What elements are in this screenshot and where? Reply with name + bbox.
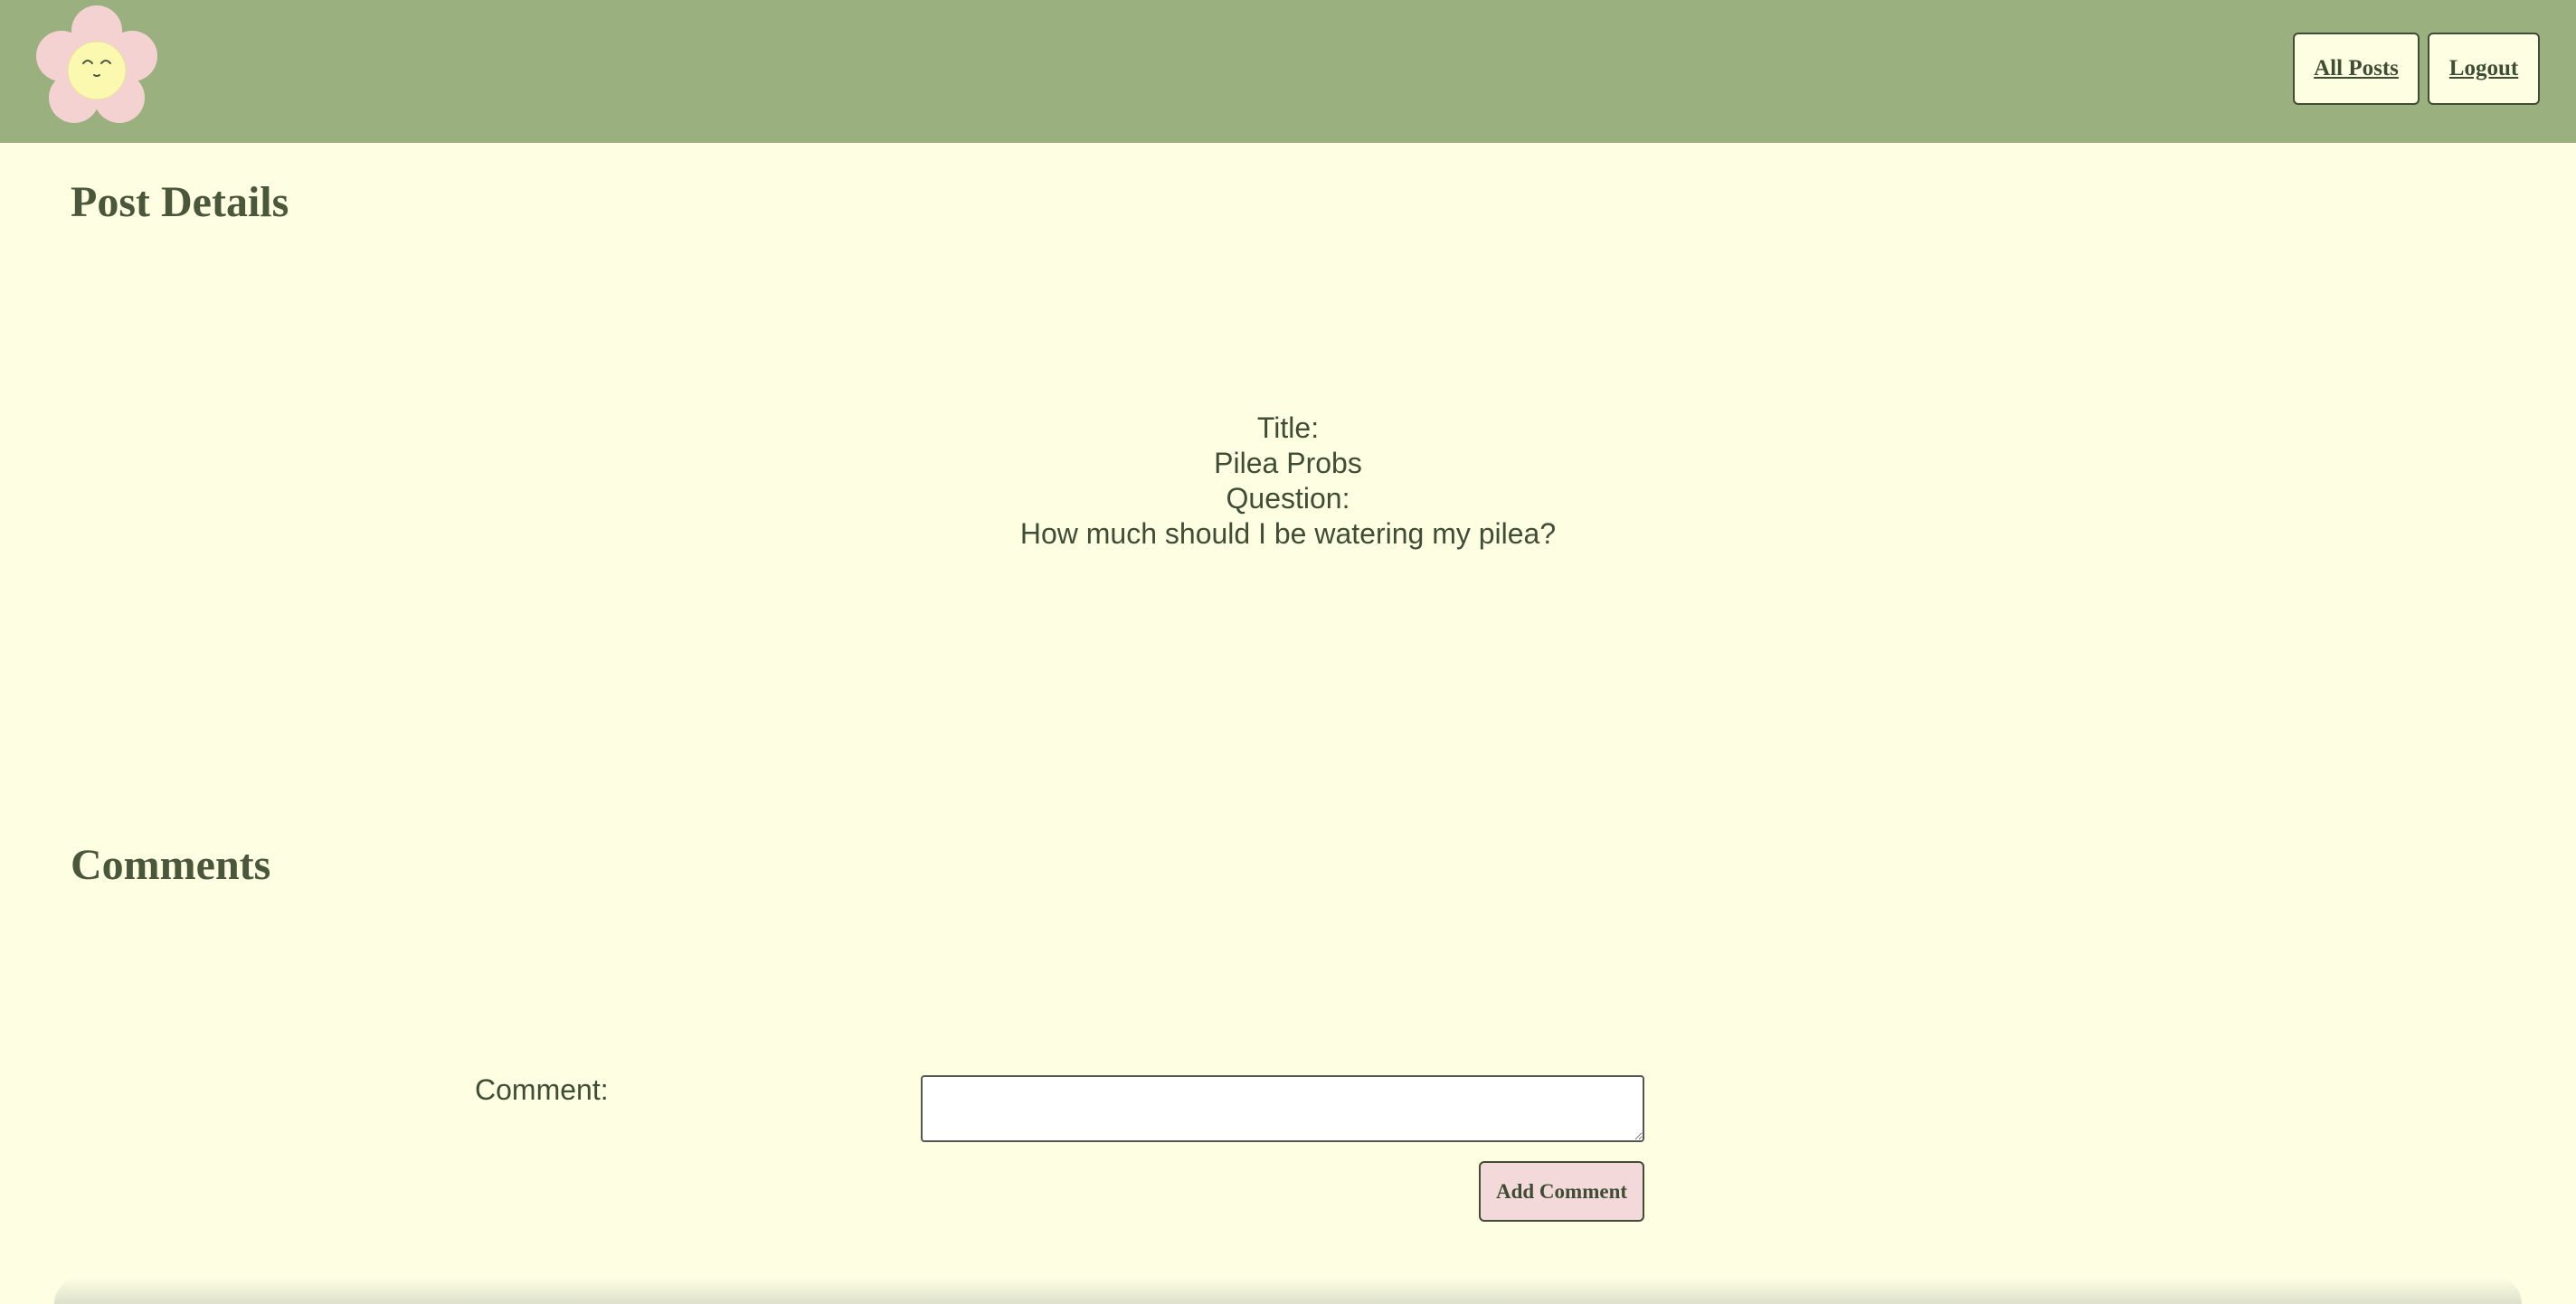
title-value: Pilea Probs: [1214, 447, 1362, 479]
post-details-heading: Post Details: [71, 178, 289, 226]
logout-button[interactable]: Logout: [2428, 33, 2540, 105]
comments-heading: Comments: [71, 841, 271, 889]
add-comment-button[interactable]: Add Comment: [1479, 1161, 1644, 1222]
comment-label: Comment:: [475, 1073, 609, 1106]
footer-shadow: [54, 1277, 2522, 1304]
flower-logo-icon[interactable]: [33, 4, 161, 132]
comment-input[interactable]: [921, 1075, 1644, 1142]
post-details: Title: Pilea Probs Question: How much sh…: [0, 411, 2576, 552]
question-value: How much should I be watering my pilea?: [1019, 517, 1557, 550]
question-label: Question:: [1226, 482, 1350, 515]
title-label: Title:: [1256, 411, 1320, 444]
all-posts-button[interactable]: All Posts: [2293, 33, 2420, 105]
navbar: All Posts Logout: [0, 0, 2576, 143]
